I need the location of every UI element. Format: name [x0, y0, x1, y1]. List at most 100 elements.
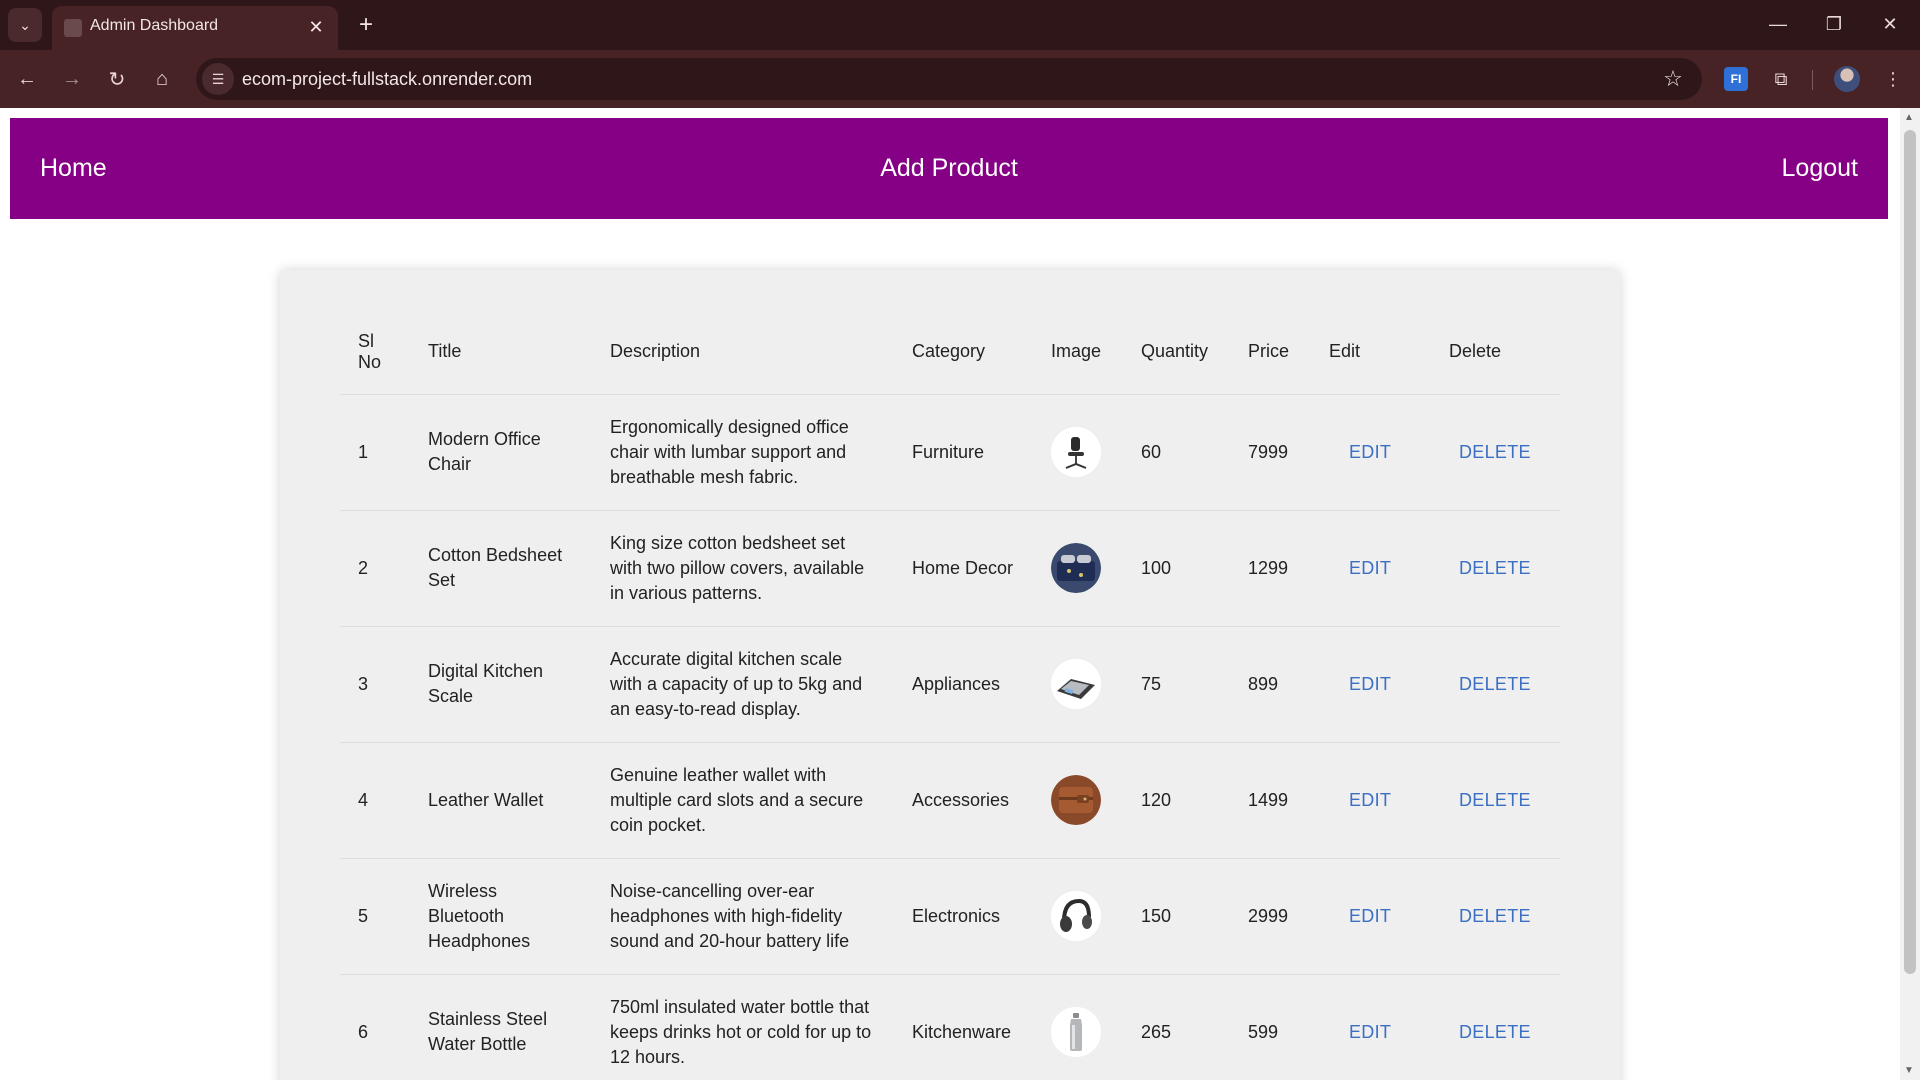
cell-description: Ergonomically designed office chair with…: [592, 394, 894, 511]
cell-sl-no: 1: [340, 394, 410, 511]
cell-title: Modern Office Chair: [410, 394, 592, 511]
cell-description: Genuine leather wallet with multiple car…: [592, 742, 894, 859]
bedsheet-icon: [1051, 543, 1101, 593]
scrollbar-thumb[interactable]: [1904, 130, 1916, 974]
cell-price: 7999: [1230, 394, 1311, 511]
cell-category: Home Decor: [894, 510, 1033, 627]
headphones-icon: [1051, 891, 1101, 941]
scroll-down-arrow-icon[interactable]: ▼: [1904, 1065, 1914, 1076]
page-viewport: Home Add Product Logout Sl No Title Desc…: [0, 108, 1920, 1080]
cell-quantity: 150: [1123, 858, 1230, 975]
close-tab-icon[interactable]: ✕: [304, 15, 328, 39]
page-scrollbar[interactable]: ▲ ▼: [1900, 108, 1920, 1080]
office-chair-icon: [1051, 427, 1101, 477]
cell-quantity: 75: [1123, 626, 1230, 743]
browser-menu-icon[interactable]: ⋮: [1876, 62, 1910, 96]
edit-link[interactable]: EDIT: [1329, 556, 1391, 581]
bookmark-star-icon[interactable]: ☆: [1658, 64, 1688, 94]
site-info-icon[interactable]: ☰: [202, 63, 234, 95]
header-sl-no: Sl No: [340, 310, 410, 395]
restore-icon[interactable]: ❐: [1806, 4, 1862, 44]
cell-sl-no: 3: [340, 626, 410, 743]
cell-quantity: 120: [1123, 742, 1230, 859]
cell-quantity: 100: [1123, 510, 1230, 627]
delete-link[interactable]: DELETE: [1449, 1020, 1531, 1045]
delete-link[interactable]: DELETE: [1449, 788, 1531, 813]
cell-sl-no: 5: [340, 858, 410, 975]
url-text[interactable]: ecom-project-fullstack.onrender.com: [242, 69, 532, 90]
header-image: Image: [1033, 310, 1123, 395]
cell-category: Electronics: [894, 858, 1033, 975]
reload-icon[interactable]: ↻: [100, 62, 134, 96]
water-bottle-icon: [1051, 1007, 1101, 1057]
cell-category: Accessories: [894, 742, 1033, 859]
cell-description: Noise-cancelling over-ear headphones wit…: [592, 858, 894, 975]
cell-sl-no: 2: [340, 510, 410, 627]
cell-description: 750ml insulated water bottle that keeps …: [592, 974, 894, 1080]
cell-description: Accurate digital kitchen scale with a ca…: [592, 626, 894, 743]
cell-category: Appliances: [894, 626, 1033, 743]
edit-link[interactable]: EDIT: [1329, 904, 1391, 929]
back-arrow-icon[interactable]: ←: [10, 62, 44, 96]
extensions-puzzle-icon[interactable]: ⧉: [1764, 62, 1798, 96]
address-bar[interactable]: ☰ ecom-project-fullstack.onrender.com ☆: [196, 58, 1702, 100]
cell-sl-no: 6: [340, 974, 410, 1080]
home-icon[interactable]: ⌂: [145, 62, 179, 96]
cell-price: 1499: [1230, 742, 1311, 859]
cell-price: 1299: [1230, 510, 1311, 627]
edit-link[interactable]: EDIT: [1329, 672, 1391, 697]
header-edit: Edit: [1311, 310, 1431, 395]
cell-sl-no: 4: [340, 742, 410, 859]
edit-link[interactable]: EDIT: [1329, 440, 1391, 465]
toolbar-divider: [1812, 70, 1813, 90]
table-row: 5 Wireless Bluetooth Headphones Noise-ca…: [340, 858, 1560, 975]
cell-title: Leather Wallet: [410, 742, 592, 859]
tab-search-chevron-icon[interactable]: ⌄: [8, 8, 42, 42]
cell-category: Furniture: [894, 394, 1033, 511]
browser-tab[interactable]: Admin Dashboard ✕: [52, 6, 338, 50]
products-card: Sl No Title Description Category Image Q…: [280, 270, 1620, 1080]
new-tab-plus-icon[interactable]: +: [350, 9, 382, 41]
admin-navbar: Home Add Product Logout: [10, 118, 1888, 219]
minimize-icon[interactable]: —: [1750, 4, 1806, 44]
cell-quantity: 265: [1123, 974, 1230, 1080]
nav-add-product-link[interactable]: Add Product: [880, 154, 1018, 182]
window-close-icon[interactable]: ✕: [1862, 4, 1918, 44]
cell-price: 2999: [1230, 858, 1311, 975]
scroll-up-arrow-icon[interactable]: ▲: [1904, 112, 1914, 123]
delete-link[interactable]: DELETE: [1449, 672, 1531, 697]
forward-arrow-icon[interactable]: →: [55, 62, 89, 96]
browser-tab-bar: ⌄ Admin Dashboard ✕ + — ❐ ✕: [0, 0, 1920, 50]
header-description: Description: [592, 310, 894, 395]
products-table: Sl No Title Description Category Image Q…: [340, 310, 1560, 1080]
header-quantity: Quantity: [1123, 310, 1230, 395]
table-header-row: Sl No Title Description Category Image Q…: [340, 310, 1560, 395]
table-row: 2 Cotton Bedsheet Set King size cotton b…: [340, 510, 1560, 627]
cell-description: King size cotton bedsheet set with two p…: [592, 510, 894, 627]
edit-link[interactable]: EDIT: [1329, 1020, 1391, 1045]
wallet-icon: [1051, 775, 1101, 825]
profile-avatar[interactable]: [1834, 66, 1860, 92]
nav-home-link[interactable]: Home: [40, 154, 107, 183]
header-price: Price: [1230, 310, 1311, 395]
edit-link[interactable]: EDIT: [1329, 788, 1391, 813]
cell-title: Digital Kitchen Scale: [410, 626, 592, 743]
cell-price: 599: [1230, 974, 1311, 1080]
extension-fi-icon[interactable]: FI: [1724, 67, 1748, 91]
delete-link[interactable]: DELETE: [1449, 440, 1531, 465]
delete-link[interactable]: DELETE: [1449, 556, 1531, 581]
nav-logout-link[interactable]: Logout: [1782, 154, 1858, 183]
cell-title: Stainless Steel Water Bottle: [410, 974, 592, 1080]
favicon-icon: [64, 19, 82, 37]
tab-title: Admin Dashboard: [90, 17, 219, 34]
delete-link[interactable]: DELETE: [1449, 904, 1531, 929]
header-delete: Delete: [1431, 310, 1560, 395]
cell-price: 899: [1230, 626, 1311, 743]
table-row: 4 Leather Wallet Genuine leather wallet …: [340, 742, 1560, 859]
cell-title: Wireless Bluetooth Headphones: [410, 858, 592, 975]
kitchen-scale-icon: [1051, 659, 1101, 709]
table-row: 3 Digital Kitchen Scale Accurate digital…: [340, 626, 1560, 743]
cell-quantity: 60: [1123, 394, 1230, 511]
table-row: 6 Stainless Steel Water Bottle 750ml ins…: [340, 974, 1560, 1080]
header-category: Category: [894, 310, 1033, 395]
